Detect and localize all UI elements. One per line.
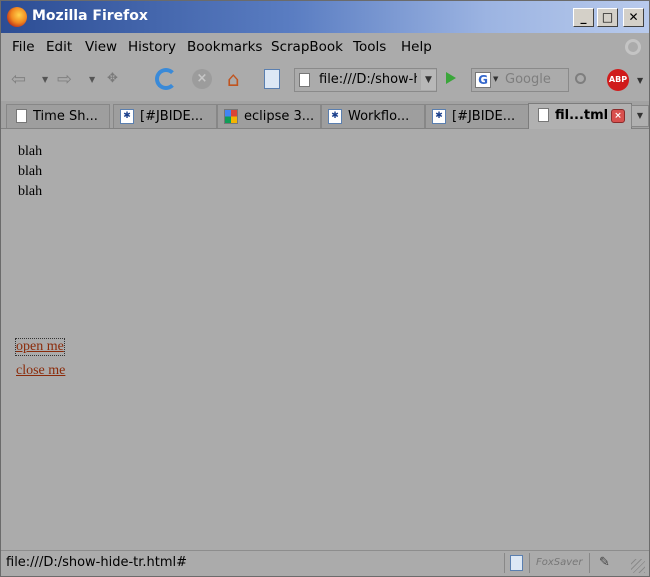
url-dropdown-icon[interactable]: ▼: [421, 70, 436, 90]
page-icon: [538, 108, 549, 122]
url-bar[interactable]: file:///D:/show-hide-tr.html ▼: [294, 68, 437, 92]
activity-throbber-icon: [625, 39, 641, 55]
content-line: blah: [18, 144, 43, 159]
status-text: file:///D:/show-hide-tr.html#: [6, 555, 188, 570]
menu-tools[interactable]: Tools: [353, 39, 386, 55]
scrapbook-status-icon[interactable]: [510, 555, 523, 571]
tab-label: [#JBIDE...: [140, 109, 204, 124]
jboss-icon: ✱: [432, 109, 446, 124]
go-arrow-icon[interactable]: [446, 72, 456, 84]
menu-file[interactable]: File: [12, 39, 35, 55]
tab-jbide-2[interactable]: ✱ [#JBIDE...: [425, 104, 529, 128]
resize-grip-icon[interactable]: [631, 559, 645, 573]
browser-window: Mozilla Firefox _ □ ✕ File Edit View His…: [0, 0, 650, 577]
menu-help[interactable]: Help: [401, 39, 432, 55]
jboss-icon: ✱: [120, 109, 134, 124]
jboss-icon: ✱: [328, 109, 342, 124]
tab-label: Workflo...: [348, 109, 410, 124]
tab-current-file[interactable]: fil...tml ×: [528, 103, 632, 129]
adblock-plus-icon[interactable]: ABP: [607, 69, 629, 91]
menu-bar: File Edit View History Bookmarks ScrapBo…: [1, 33, 649, 61]
status-separator: [589, 553, 590, 573]
close-me-link[interactable]: close me: [16, 363, 65, 379]
tab-jbide-1[interactable]: ✱ [#JBIDE...: [113, 104, 217, 128]
plugin-icon[interactable]: ✎: [599, 555, 610, 570]
engine-dropdown-icon[interactable]: ▼: [493, 75, 498, 83]
back-history-dropdown-icon[interactable]: ▼: [42, 75, 48, 84]
tab-label: eclipse 3...: [244, 109, 315, 124]
search-box[interactable]: G ▼ Google: [471, 68, 569, 92]
menu-view[interactable]: View: [85, 39, 117, 55]
menu-bookmarks[interactable]: Bookmarks: [187, 39, 262, 55]
foxsaver-label[interactable]: FoxSaver: [536, 557, 582, 568]
content-line: blah: [18, 164, 43, 179]
status-separator: [529, 553, 530, 573]
tab-label: [#JBIDE...: [452, 109, 516, 124]
bookmark-sidebar-icon[interactable]: [264, 69, 280, 89]
tab-workflow[interactable]: ✱ Workflo...: [321, 104, 425, 128]
close-window-button[interactable]: ✕: [623, 8, 644, 27]
menu-scrapbook[interactable]: ScrapBook: [271, 39, 343, 55]
window-title: Mozilla Firefox: [32, 8, 148, 24]
search-icon[interactable]: [575, 73, 586, 84]
home-icon[interactable]: ⌂: [227, 67, 240, 91]
back-arrow-icon[interactable]: ⇦: [11, 69, 26, 90]
tab-time-sheet[interactable]: Time Sh...: [6, 104, 110, 128]
page-content: blah blah blah open me close me: [1, 130, 649, 549]
maximize-button[interactable]: □: [597, 8, 618, 27]
google-engine-icon[interactable]: G: [475, 72, 491, 88]
firefox-logo-icon: [7, 7, 27, 27]
forward-history-dropdown-icon[interactable]: ▼: [89, 75, 95, 84]
content-line: blah: [18, 184, 43, 199]
open-me-link[interactable]: open me: [15, 338, 65, 356]
google-icon: [224, 109, 238, 124]
tab-eclipse[interactable]: eclipse 3...: [217, 104, 321, 128]
network-icon[interactable]: ✥: [107, 71, 118, 86]
tab-list-dropdown-icon[interactable]: ▼: [631, 105, 649, 127]
search-input[interactable]: Google: [505, 72, 551, 87]
status-separator: [504, 553, 505, 573]
reload-icon[interactable]: [155, 68, 177, 90]
status-bar: file:///D:/show-hide-tr.html# FoxSaver ✎: [1, 550, 649, 576]
minimize-button[interactable]: _: [573, 8, 594, 27]
menu-history[interactable]: History: [128, 39, 176, 55]
url-input[interactable]: file:///D:/show-hide-tr.html: [319, 72, 417, 87]
tab-label: Time Sh...: [33, 109, 98, 124]
title-bar: Mozilla Firefox _ □ ✕: [1, 1, 649, 33]
page-icon: [16, 109, 27, 123]
navigation-toolbar: ⇦ ▼ ⇨ ▼ ✥ × ⌂ file:///D:/show-hide-tr.ht…: [1, 61, 649, 101]
tab-bar: Time Sh... ✱ [#JBIDE... eclipse 3... ✱ W…: [1, 101, 649, 129]
page-favicon-icon: [299, 73, 310, 87]
tab-label: fil...tml: [555, 108, 609, 123]
tab-close-icon[interactable]: ×: [611, 109, 625, 123]
adblock-dropdown-icon[interactable]: ▼: [637, 76, 643, 85]
stop-icon[interactable]: ×: [192, 69, 212, 89]
forward-arrow-icon[interactable]: ⇨: [57, 69, 72, 90]
menu-edit[interactable]: Edit: [46, 39, 72, 55]
